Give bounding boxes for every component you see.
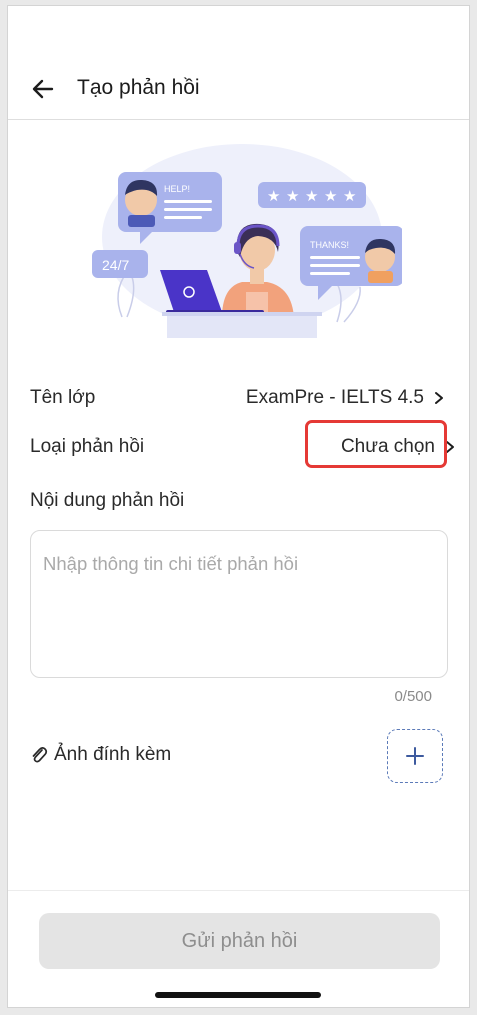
- hours-bubble: 24/7: [92, 250, 148, 278]
- arrow-left-icon: [32, 79, 54, 99]
- home-indicator: [155, 992, 321, 998]
- feedback-type-value: Chưa chọn: [340, 436, 435, 457]
- hours-text: 24/7: [102, 257, 129, 273]
- submit-label: Gửi phản hồi: [181, 929, 298, 952]
- page-title: Tạo phản hồi: [77, 76, 200, 99]
- attachment-label: Ảnh đính kèm: [54, 744, 172, 765]
- svg-text:★: ★: [286, 187, 299, 205]
- feedback-content-input[interactable]: Nhập thông tin chi tiết phản hồi: [30, 530, 448, 678]
- paperclip-icon: [32, 747, 48, 763]
- footer-divider: [8, 890, 469, 891]
- class-label: Tên lớp: [30, 387, 96, 408]
- attachment-label-group: Ảnh đính kèm: [30, 744, 171, 766]
- svg-text:★: ★: [324, 187, 337, 205]
- add-attachment-button[interactable]: [387, 729, 443, 783]
- svg-text:★: ★: [305, 187, 318, 205]
- chevron-right-icon: [435, 392, 443, 404]
- screen: Tạo phản hồi HELP! ★ ★ ★ ★ ★ 24/7 THANKS…: [7, 5, 470, 1008]
- content-label: Nội dung phản hồi: [30, 490, 185, 511]
- rating-bubble: ★ ★ ★ ★ ★: [258, 182, 366, 208]
- class-selector[interactable]: ExamPre - IELTS 4.5: [246, 387, 446, 409]
- app-header: Tạo phản hồi: [8, 6, 469, 120]
- help-text: HELP!: [164, 184, 190, 194]
- class-value: ExamPre - IELTS 4.5: [245, 387, 424, 408]
- svg-text:★: ★: [267, 187, 280, 205]
- thanks-text: THANKS!: [310, 240, 349, 250]
- content-placeholder: Nhập thông tin chi tiết phản hồi: [43, 553, 299, 574]
- svg-text:★: ★: [343, 187, 356, 205]
- support-illustration: HELP! ★ ★ ★ ★ ★ 24/7 THANKS!: [92, 144, 402, 338]
- plus-icon: [406, 747, 424, 765]
- feedback-type-selector[interactable]: Chưa chọn: [341, 436, 457, 458]
- feedback-type-label: Loại phản hồi: [30, 436, 145, 457]
- character-counter: 0/500: [394, 688, 432, 705]
- back-button[interactable]: [28, 74, 58, 104]
- submit-feedback-button[interactable]: Gửi phản hồi: [39, 913, 440, 969]
- chevron-right-icon: [446, 441, 454, 453]
